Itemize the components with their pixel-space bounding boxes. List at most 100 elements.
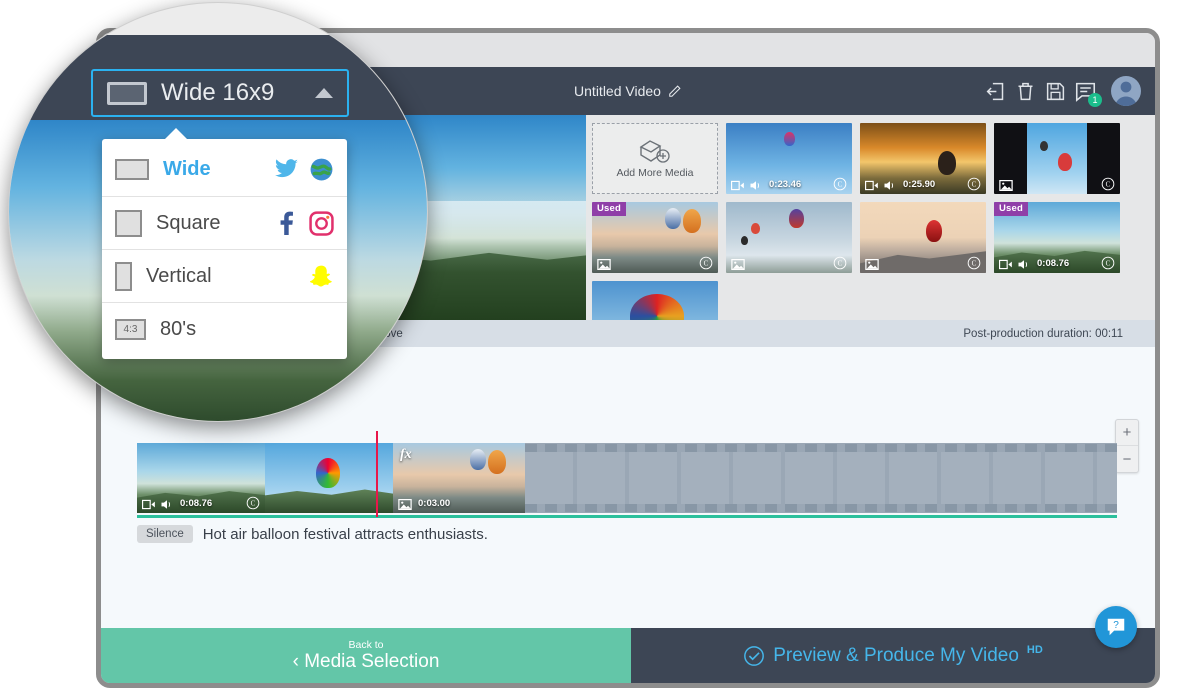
copyright-icon[interactable]: C <box>699 256 713 270</box>
copyright-icon: C <box>833 256 847 270</box>
ratio-4-3-icon: 4:3 <box>115 318 146 340</box>
timeline-clip[interactable]: fx 0:03.00 <box>393 443 525 513</box>
caption-row: Silence Hot air balloon festival attract… <box>137 525 488 543</box>
facebook-icon <box>280 211 293 235</box>
back-to-media-selection-button[interactable]: Back to ‹ Media Selection <box>101 628 631 683</box>
header-icon-group: 1 <box>985 67 1141 115</box>
copyright-icon[interactable]: C <box>967 256 981 270</box>
trash-icon[interactable] <box>1015 81 1036 102</box>
bottom-bar: Back to ‹ Media Selection Preview & Prod… <box>101 606 1155 683</box>
timeline-track[interactable]: 0:08.76 Cfx 0:03.00 <box>137 443 1117 518</box>
timeline-clip[interactable] <box>265 443 393 513</box>
avatar[interactable] <box>1111 76 1141 106</box>
balloon-shape <box>783 131 795 146</box>
media-thumbnail[interactable]: C <box>994 123 1120 194</box>
aspect-option-label: Square <box>156 211 221 234</box>
media-thumbnail[interactable]: C <box>726 202 852 273</box>
balloon-shape <box>938 151 957 176</box>
aspect-option-socials <box>274 210 334 236</box>
balloon-shape <box>469 448 486 470</box>
image-icon <box>731 258 745 270</box>
clip-duration: 0:08.76 <box>180 497 213 509</box>
snapchat-icon <box>309 264 334 289</box>
track-underline <box>137 515 1117 518</box>
copyright-icon[interactable]: C <box>246 496 260 510</box>
copyright-icon[interactable]: C <box>967 177 981 191</box>
preview-produce-button[interactable]: Preview & Produce My Video HD ? <box>631 606 1155 683</box>
copyright-icon[interactable]: C <box>833 256 847 270</box>
thumbnail-overlay: 0:25.90 C <box>860 174 986 194</box>
aspect-option-80s[interactable]: 4:3 80's <box>102 302 347 355</box>
copyright-icon: C <box>967 177 981 191</box>
aspect-ratio-dropdown-menu: Wide Square Vertical 4:3 80's <box>102 128 347 359</box>
media-thumbnail[interactable]: Used 0:08.76 C <box>994 202 1120 273</box>
svg-text:C: C <box>972 260 977 268</box>
video-icon <box>731 178 744 191</box>
copyright-icon[interactable]: C <box>1101 256 1115 270</box>
clip-duration: 0:03.00 <box>418 497 451 509</box>
clip-duration: 0:23.46 <box>769 178 802 190</box>
copyright-icon: C <box>833 177 847 191</box>
vertical-rect-icon <box>115 261 132 291</box>
copyright-icon: C <box>699 256 713 270</box>
media-thumbnail[interactable]: 0:23.46 C <box>726 123 852 194</box>
balloon-shape <box>1040 140 1049 151</box>
image-icon <box>865 257 879 270</box>
check-circle-icon <box>744 645 765 666</box>
aspect-option-label: Wide <box>163 158 211 180</box>
comments-icon[interactable]: 1 <box>1075 81 1102 107</box>
balloon-shape <box>751 223 761 235</box>
copyright-icon: C <box>1101 256 1115 270</box>
wide-rect-icon <box>115 159 149 180</box>
zoom-in-button[interactable]: + <box>1116 420 1138 446</box>
filmstrip-cells <box>525 452 1117 504</box>
image-icon <box>597 257 611 270</box>
save-icon[interactable] <box>1045 81 1066 102</box>
video-icon <box>142 497 155 510</box>
speaker-icon <box>750 180 760 190</box>
media-grid: Add More Media 0:23.46 C 0:25.90 C C Used C C C U… <box>592 123 1155 352</box>
thumbnail-overlay: C <box>592 253 718 273</box>
image-icon <box>597 258 611 270</box>
add-more-media-button[interactable]: Add More Media <box>592 123 718 194</box>
video-camera-icon <box>731 180 744 190</box>
help-button[interactable]: ? <box>1095 606 1137 648</box>
svg-text:C: C <box>838 181 843 189</box>
caption-text[interactable]: Hot air balloon festival attracts enthus… <box>203 526 488 543</box>
aspect-option-wide[interactable]: Wide <box>102 143 347 196</box>
balloon-shape <box>682 209 701 234</box>
thumbnail-overlay: 0:23.46 C <box>726 174 852 194</box>
speaker-icon <box>161 499 171 509</box>
svg-text:C: C <box>1106 181 1111 189</box>
media-thumbnail[interactable]: 0:25.90 C <box>860 123 986 194</box>
media-thumbnail[interactable]: C <box>860 202 986 273</box>
back-small-label: Back to <box>348 638 384 651</box>
copyright-icon[interactable]: C <box>1101 177 1115 191</box>
silence-chip[interactable]: Silence <box>137 525 193 543</box>
thumbnail-overlay: C <box>994 174 1120 194</box>
timeline-zoom-controls: + − <box>1115 419 1139 473</box>
twitter-icon <box>274 157 299 182</box>
video-camera-icon <box>999 259 1012 269</box>
aspect-option-vertical[interactable]: Vertical <box>102 249 347 302</box>
clip-duration: 0:08.76 <box>1037 257 1070 269</box>
media-thumbnail[interactable]: Used C <box>592 202 718 273</box>
filmstrip-perforations-bottom <box>525 504 1117 512</box>
balloon-shape <box>741 236 749 246</box>
clip-overlay: 0:03.00 <box>393 493 525 513</box>
exit-icon[interactable] <box>985 81 1006 102</box>
twitter-icon <box>275 159 298 178</box>
balloon-shape <box>488 450 507 474</box>
pencil-icon[interactable] <box>668 84 682 98</box>
magnified-aspect-ratio-selector[interactable]: Wide 16x9 <box>91 69 349 117</box>
balloon-shape <box>316 458 341 489</box>
svg-text:C: C <box>1106 260 1111 268</box>
post-production-duration: Post-production duration: 00:11 <box>963 327 1123 340</box>
clip-overlay: 0:08.76 C <box>137 493 265 513</box>
playhead[interactable] <box>376 431 378 517</box>
zoom-out-button[interactable]: − <box>1116 446 1138 472</box>
aspect-option-square[interactable]: Square <box>102 196 347 249</box>
timeline-clip[interactable]: 0:08.76 C <box>137 443 265 513</box>
copyright-icon[interactable]: C <box>833 177 847 191</box>
back-caret-icon: ‹ <box>292 650 299 672</box>
